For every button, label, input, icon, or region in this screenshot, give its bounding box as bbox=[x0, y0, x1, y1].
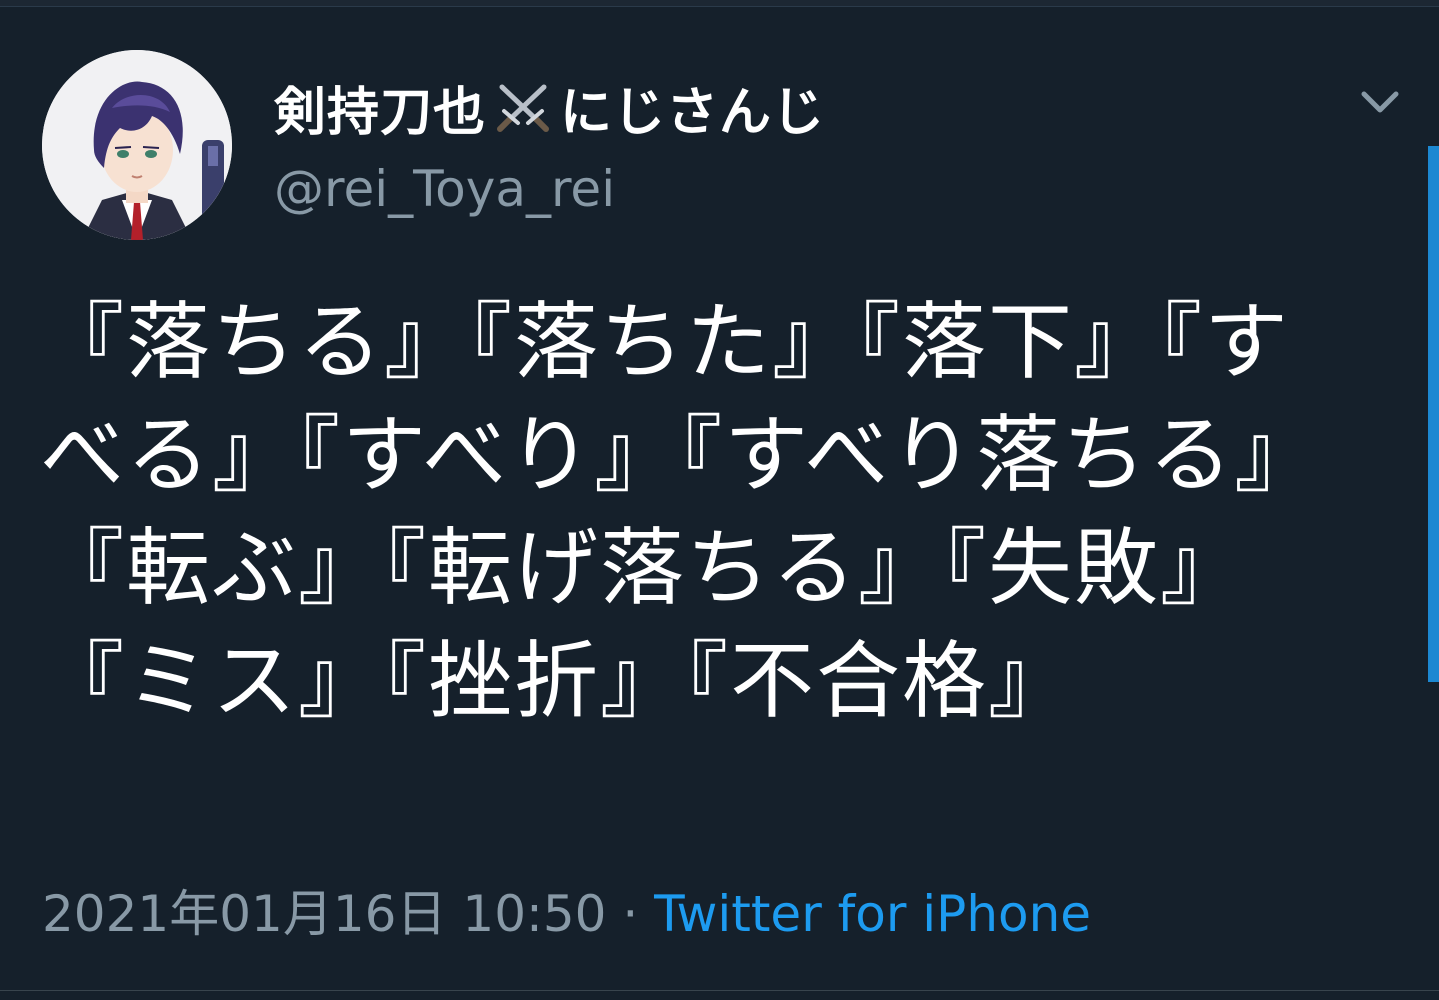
tweet-meta: 2021年01月16日 10:50 · Twitter for iPhone bbox=[42, 874, 1091, 946]
chevron-down-icon[interactable] bbox=[1358, 84, 1402, 120]
scrollbar[interactable] bbox=[1428, 146, 1439, 682]
tweet-timestamp[interactable]: 2021年01月16日 10:50 bbox=[42, 885, 606, 943]
meta-separator: · bbox=[606, 885, 655, 943]
tweet-text: 『落ちる』『落ちた』『落下』『すべる』『すべり』『すべり落ちる』『転ぶ』『転げ落… bbox=[40, 293, 1321, 730]
tweet-source-link[interactable]: Twitter for iPhone bbox=[654, 885, 1091, 943]
swords-icon bbox=[490, 79, 556, 135]
display-name-suffix: にじさんじ bbox=[560, 82, 826, 143]
top-divider bbox=[0, 0, 1439, 7]
user-handle[interactable]: @rei_Toya_rei bbox=[274, 160, 615, 218]
avatar[interactable] bbox=[42, 50, 232, 240]
avatar-image bbox=[42, 50, 232, 240]
display-name[interactable]: 剣持刀也 にじさんじ bbox=[274, 72, 826, 143]
display-name-prefix: 剣持刀也 bbox=[274, 82, 487, 143]
bottom-divider bbox=[0, 990, 1439, 991]
